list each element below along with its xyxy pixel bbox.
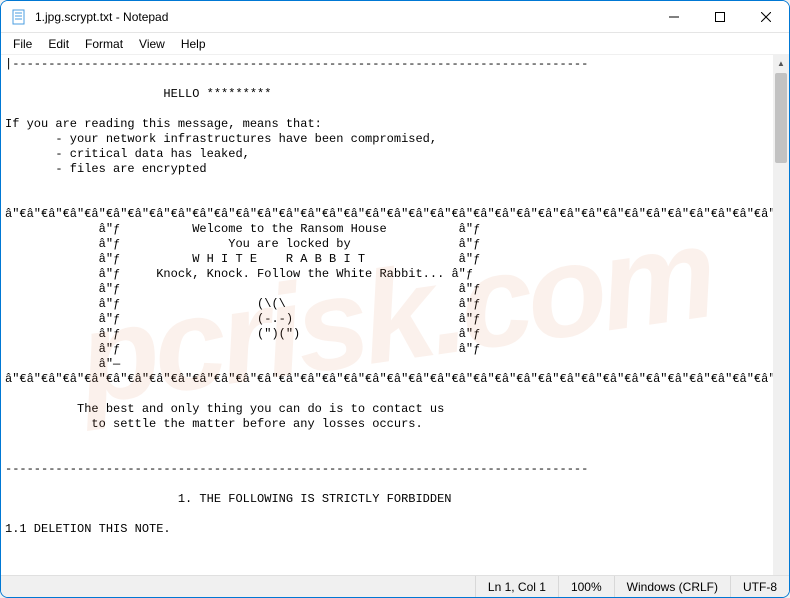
status-lineend: Windows (CRLF) <box>614 576 730 597</box>
window-controls <box>651 1 789 32</box>
statusbar: Ln 1, Col 1 100% Windows (CRLF) UTF-8 <box>1 575 789 597</box>
vertical-scrollbar[interactable]: ▲ <box>773 55 789 575</box>
menu-help[interactable]: Help <box>173 35 214 53</box>
notepad-window: 1.jpg.scrypt.txt - Notepad File Edit For… <box>0 0 790 598</box>
text-content[interactable]: |---------------------------------------… <box>1 55 773 575</box>
menubar: File Edit Format View Help <box>1 33 789 55</box>
content-area: |---------------------------------------… <box>1 55 789 575</box>
menu-edit[interactable]: Edit <box>40 35 77 53</box>
minimize-button[interactable] <box>651 1 697 33</box>
menu-format[interactable]: Format <box>77 35 131 53</box>
notepad-icon <box>11 9 27 25</box>
status-encoding: UTF-8 <box>730 576 789 597</box>
scroll-thumb[interactable] <box>775 73 787 163</box>
close-button[interactable] <box>743 1 789 33</box>
maximize-button[interactable] <box>697 1 743 33</box>
scroll-up-arrow[interactable]: ▲ <box>773 55 789 71</box>
status-position: Ln 1, Col 1 <box>475 576 558 597</box>
menu-view[interactable]: View <box>131 35 173 53</box>
window-title: 1.jpg.scrypt.txt - Notepad <box>35 10 651 24</box>
titlebar: 1.jpg.scrypt.txt - Notepad <box>1 1 789 33</box>
status-zoom: 100% <box>558 576 614 597</box>
menu-file[interactable]: File <box>5 35 40 53</box>
